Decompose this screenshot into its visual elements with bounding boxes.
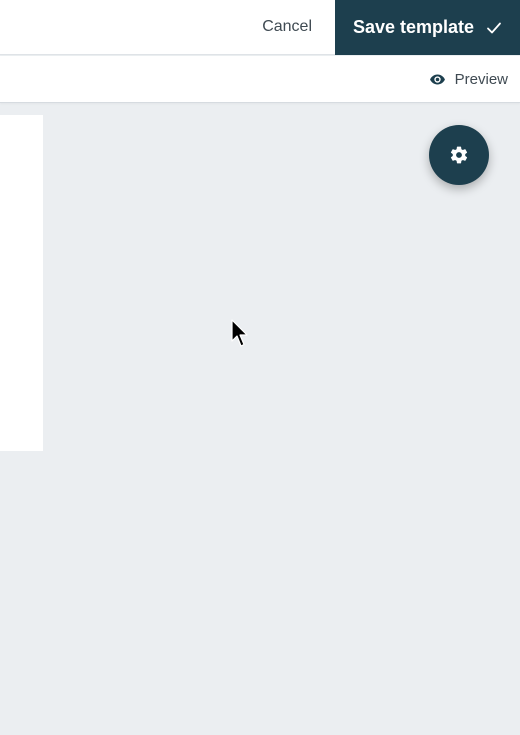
template-editor: Cancel Save template Preview — [0, 0, 520, 735]
save-template-label: Save template — [352, 17, 475, 37]
check-icon — [487, 22, 501, 33]
top-action-bar: Cancel Save template — [0, 0, 520, 55]
cancel-button[interactable]: Cancel — [262, 0, 312, 54]
preview-label: Preview — [454, 70, 508, 88]
eye-icon — [429, 74, 445, 84]
mouse-pointer-icon — [231, 319, 248, 347]
template-content-panel[interactable] — [0, 115, 43, 451]
preview-button[interactable]: Preview — [429, 56, 508, 102]
save-template-button[interactable]: Save template — [335, 0, 520, 55]
gear-icon — [450, 146, 468, 164]
preview-toolbar: Preview — [0, 56, 520, 103]
settings-fab-button[interactable] — [429, 125, 489, 185]
